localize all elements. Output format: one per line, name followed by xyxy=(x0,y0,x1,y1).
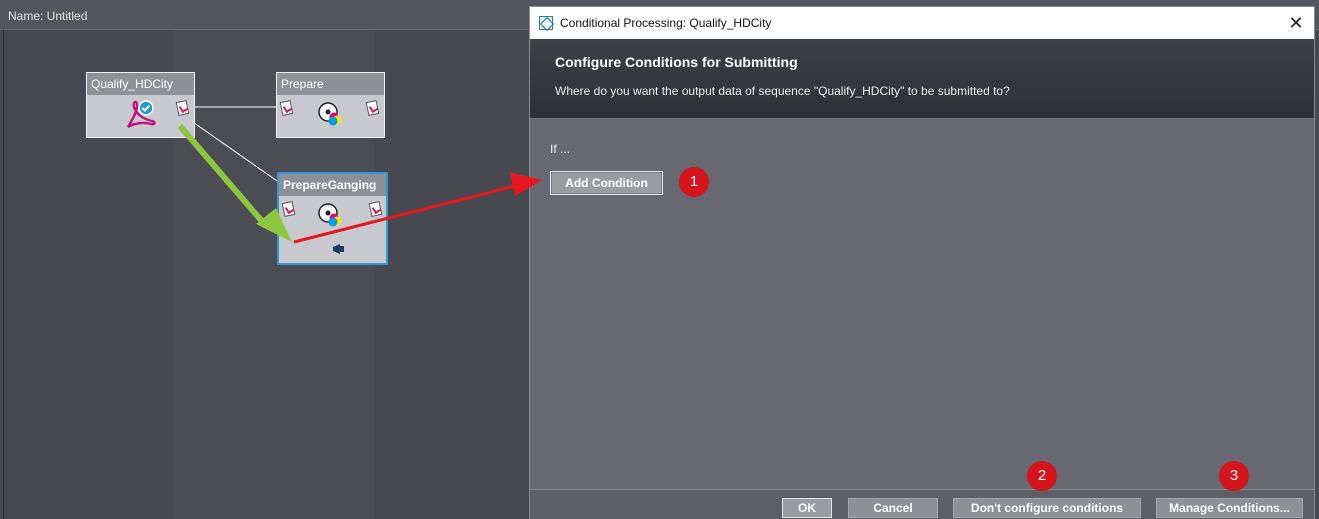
color-disc-icon xyxy=(318,203,342,227)
document-icon xyxy=(281,201,296,217)
ok-button[interactable]: OK xyxy=(782,498,832,518)
dialog-header: Configure Conditions for Submitting Wher… xyxy=(530,39,1314,119)
canvas-title: Name: Untitled xyxy=(8,9,88,23)
conditional-processing-dialog: Conditional Processing: Qualify_HDCity ✕… xyxy=(529,6,1315,519)
dont-configure-conditions-button[interactable]: Don't configure conditions xyxy=(953,498,1141,518)
dialog-titlebar: Conditional Processing: Qualify_HDCity ✕ xyxy=(530,7,1314,39)
workflow-node-prepare-ganging[interactable]: PrepareGanging xyxy=(277,172,388,265)
annotation-badge-2: 2 xyxy=(1027,461,1057,491)
add-condition-button[interactable]: Add Condition xyxy=(550,171,663,195)
document-icon xyxy=(175,100,190,116)
manage-conditions-button[interactable]: Manage Conditions... xyxy=(1156,498,1303,518)
node-title: Prepare xyxy=(277,73,384,95)
dialog-heading: Configure Conditions for Submitting xyxy=(555,54,798,70)
document-icon xyxy=(365,100,380,116)
close-icon[interactable]: ✕ xyxy=(1286,13,1306,33)
dialog-title: Conditional Processing: Qualify_HDCity xyxy=(560,16,772,30)
annotation-badge-1: 1 xyxy=(679,167,709,197)
node-title: PrepareGanging xyxy=(279,174,386,196)
annotation-badge-3: 3 xyxy=(1219,461,1249,491)
cancel-button[interactable]: Cancel xyxy=(848,498,938,518)
if-label: If ... xyxy=(550,142,571,156)
app-icon xyxy=(539,16,553,30)
megaphone-icon xyxy=(333,244,344,254)
dialog-body: If ... Add Condition xyxy=(530,119,1314,489)
dialog-footer: OK Cancel Don't configure conditions Man… xyxy=(530,489,1314,519)
node-title: Qualify_HDCity xyxy=(87,73,194,95)
color-disc-icon xyxy=(318,102,342,126)
document-icon xyxy=(368,201,383,217)
workflow-node-qualify[interactable]: Qualify_HDCity xyxy=(86,72,195,138)
workflow-node-prepare[interactable]: Prepare xyxy=(276,72,385,138)
pdf-check-icon xyxy=(126,100,156,129)
document-icon xyxy=(279,100,294,116)
dialog-subtitle: Where do you want the output data of seq… xyxy=(555,84,1010,98)
